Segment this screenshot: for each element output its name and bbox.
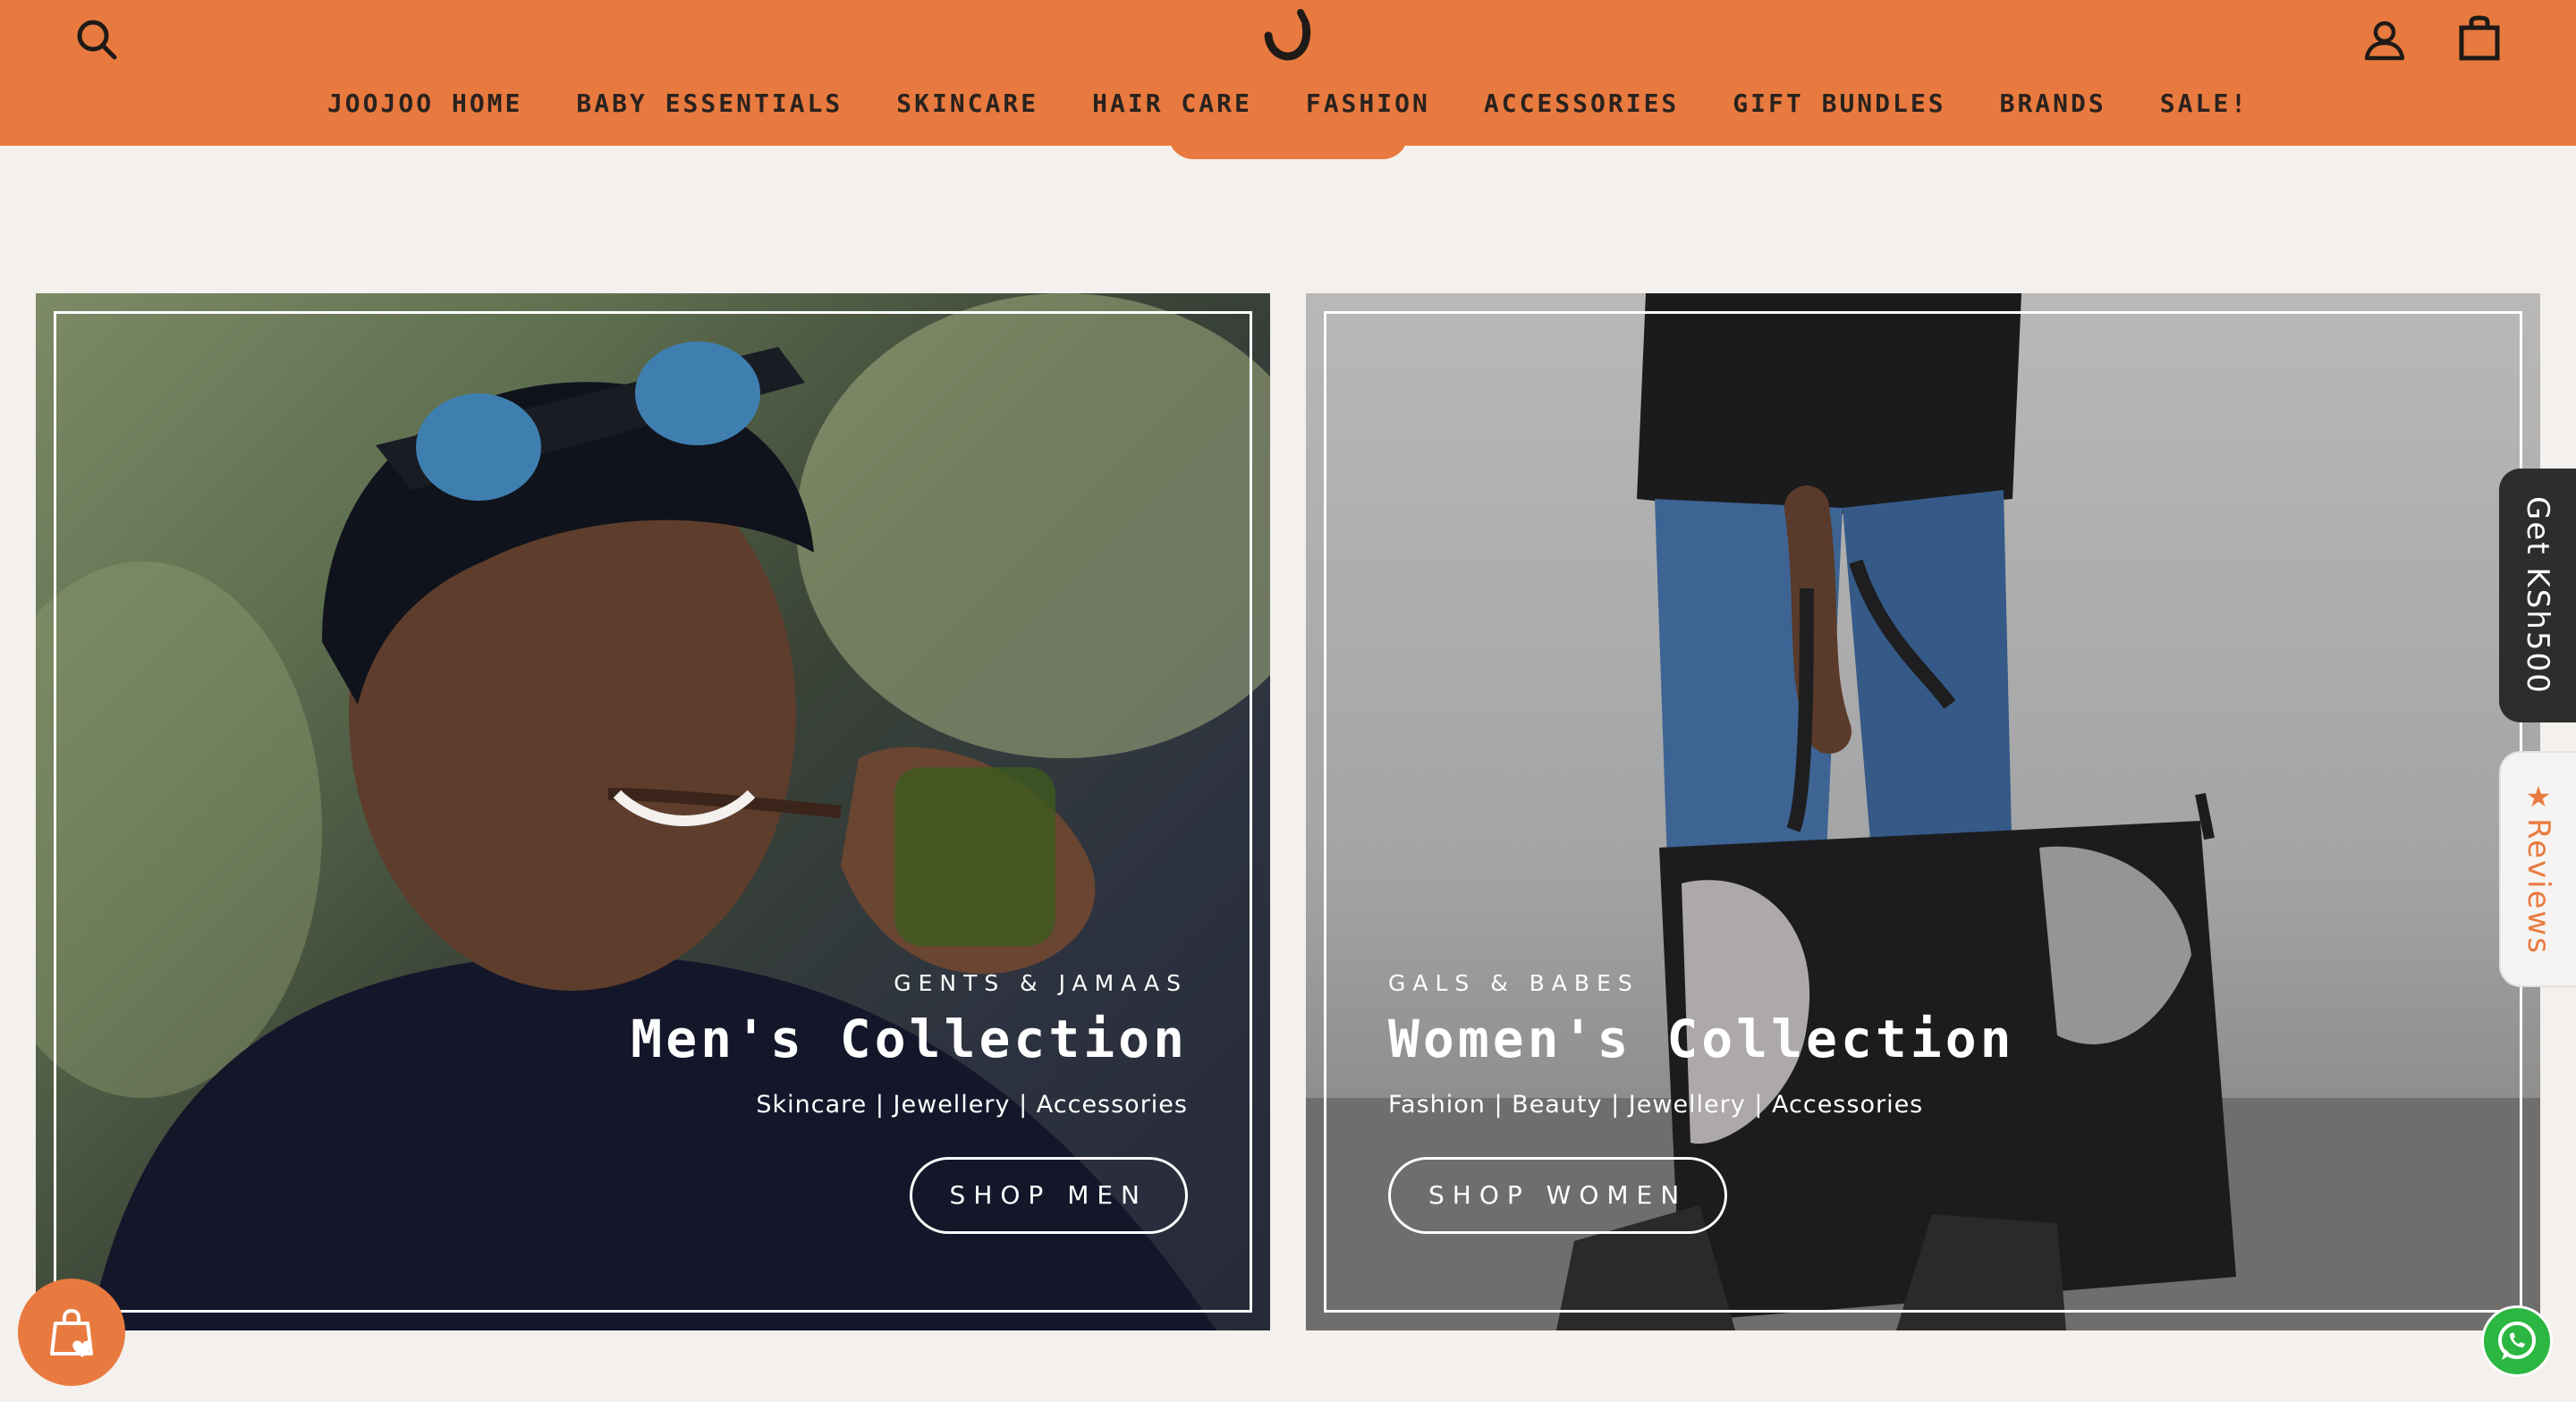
- mens-eyebrow: GENTS & JAMAAS: [894, 970, 1188, 996]
- nav-item-joojoo-home[interactable]: JOOJOO HOME: [301, 86, 549, 122]
- womens-eyebrow: GALS & BABES: [1388, 970, 1640, 996]
- mens-collection-panel[interactable]: GENTS & JAMAAS Men's Collection Skincare…: [36, 293, 1270, 1330]
- header-tab-decoration: [1168, 134, 1408, 159]
- shop-men-button[interactable]: SHOP MEN: [909, 1157, 1188, 1234]
- reviews-side-tab[interactable]: ★ Reviews: [2499, 751, 2576, 987]
- nav-item-sale[interactable]: SALE!: [2133, 86, 2275, 122]
- shopping-bag-heart-icon: [50, 1308, 93, 1357]
- womens-subtitle: Fashion | Beauty | Jewellery | Accessori…: [1388, 1091, 1924, 1119]
- mens-caption: GENTS & JAMAAS Men's Collection Skincare…: [631, 969, 1188, 1234]
- whatsapp-button[interactable]: [2481, 1305, 2553, 1377]
- promo-side-tab[interactable]: Get KSh500: [2499, 469, 2576, 722]
- womens-title: Women's Collection: [1388, 1009, 2015, 1069]
- nav-item-brands[interactable]: BRANDS: [1973, 86, 2133, 122]
- womens-collection-panel[interactable]: GALS & BABES Women's Collection Fashion …: [1306, 293, 2540, 1330]
- nav-item-accessories[interactable]: ACCESSORIES: [1457, 86, 1706, 122]
- nav-item-fashion[interactable]: FASHION: [1279, 86, 1457, 122]
- whatsapp-icon: [2498, 1322, 2536, 1360]
- womens-caption: GALS & BABES Women's Collection Fashion …: [1388, 969, 2015, 1234]
- nav-item-gift-bundles[interactable]: GIFT BUNDLES: [1706, 86, 1972, 122]
- search-icon[interactable]: [68, 11, 125, 68]
- nav-item-hair-care[interactable]: HAIR CARE: [1065, 86, 1279, 122]
- mens-title: Men's Collection: [631, 1009, 1188, 1069]
- nav-item-baby-essentials[interactable]: BABY ESSENTIALS: [549, 86, 869, 122]
- main-navigation: JOOJOO HOME BABY ESSENTIALS SKINCARE HAI…: [0, 86, 2576, 122]
- promo-tab-label: Get KSh500: [2520, 496, 2555, 695]
- mens-subtitle: Skincare | Jewellery | Accessories: [756, 1091, 1188, 1119]
- nav-item-skincare[interactable]: SKINCARE: [869, 86, 1065, 122]
- logo-icon[interactable]: [1259, 5, 1317, 70]
- wishlist-bag-button[interactable]: [18, 1279, 125, 1386]
- star-icon: ★: [2525, 781, 2552, 814]
- shop-women-button[interactable]: SHOP WOMEN: [1388, 1157, 1728, 1234]
- account-icon[interactable]: [2356, 11, 2413, 68]
- reviews-tab-label: Reviews: [2521, 818, 2556, 956]
- cart-icon[interactable]: [2451, 9, 2508, 68]
- site-header: JOOJOO HOME BABY ESSENTIALS SKINCARE HAI…: [0, 0, 2576, 146]
